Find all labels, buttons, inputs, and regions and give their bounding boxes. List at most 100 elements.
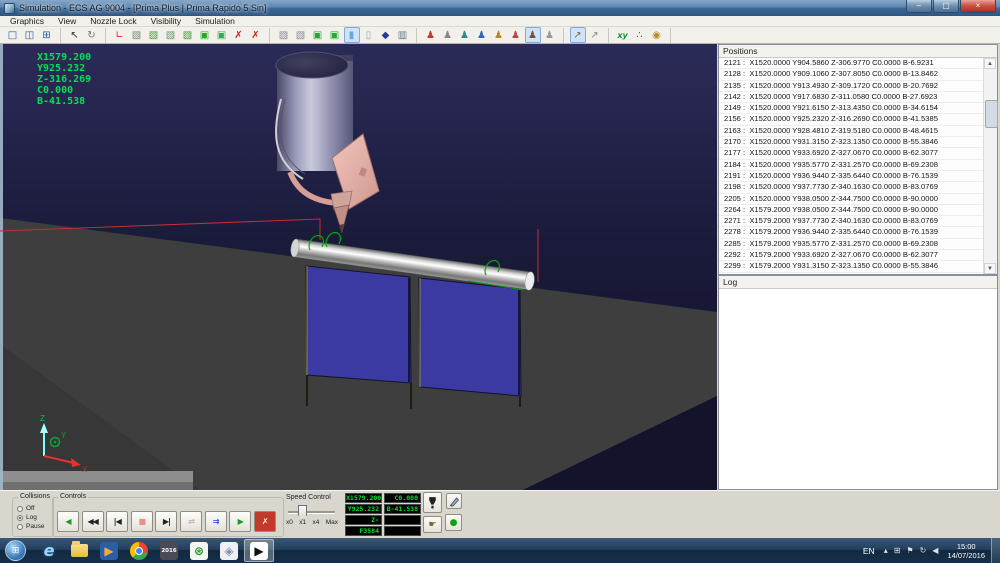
shield-icon[interactable]: ◆ — [378, 27, 394, 43]
start-button[interactable]: ⊞ — [5, 540, 26, 561]
menu-nozzle-lock[interactable]: Nozzle Lock — [83, 16, 143, 26]
volume-icon[interactable]: ◀ — [932, 546, 938, 555]
pick-pen-icon[interactable]: ↗ — [587, 27, 603, 43]
collision-option-pause[interactable]: Pause — [17, 522, 44, 531]
stock-wire-2-icon[interactable]: ▧ — [293, 27, 309, 43]
app-green-tool[interactable]: ⊛ — [184, 539, 214, 562]
marker-toggle-button[interactable]: ● — [445, 514, 462, 531]
man-red-icon[interactable]: ♟ — [423, 27, 439, 43]
shaded-view-icon[interactable]: ▧ — [146, 27, 162, 43]
man-blue-icon[interactable]: ♟ — [474, 27, 490, 43]
scrollbar-thumb[interactable] — [985, 100, 998, 128]
stock-wire-1-icon[interactable]: ▧ — [276, 27, 292, 43]
stock-solid-1-icon[interactable]: ▣ — [310, 27, 326, 43]
collision-option-off[interactable]: Off — [17, 504, 44, 513]
delete-all-icon[interactable]: ✗ — [248, 27, 264, 43]
man-gold-icon[interactable]: ♟ — [491, 27, 507, 43]
radio-log[interactable] — [17, 515, 23, 521]
stop-button[interactable]: ■ — [131, 511, 153, 532]
positions-scrollbar[interactable]: ▲ ▼ — [983, 58, 997, 274]
scroll-down-arrow-icon[interactable]: ▼ — [984, 263, 996, 274]
man-active-icon[interactable]: ♟ — [525, 27, 541, 43]
pen-button[interactable] — [446, 493, 462, 509]
taskbar-clock[interactable]: 15:00 14/07/2016 — [947, 542, 985, 560]
menu-simulation[interactable]: Simulation — [188, 16, 242, 26]
position-row[interactable]: 2191 : X1520.0000 Y936.9440 Z-335.6440 C… — [719, 171, 984, 182]
app-cad[interactable]: ◈ — [214, 539, 244, 562]
app-explorer[interactable] — [64, 539, 94, 562]
cylinder-icon[interactable]: ▯ — [361, 27, 377, 43]
position-row[interactable]: 2177 : X1520.0000 Y933.6920 Z-327.0670 C… — [719, 148, 984, 159]
select-cursor-icon[interactable]: ↖ — [67, 27, 83, 43]
speed-slider[interactable] — [288, 511, 335, 514]
position-row[interactable]: 2285 : X1579.2000 Y935.5770 Z-331.2570 C… — [719, 239, 984, 250]
app-internet-explorer[interactable]: e — [34, 539, 64, 562]
xy-measure-icon[interactable]: xy — [615, 27, 631, 43]
app-2016[interactable]: 2016 — [154, 539, 184, 562]
app-chrome[interactable] — [124, 539, 154, 562]
sync-icon[interactable]: ↻ — [920, 546, 927, 555]
man-off-icon[interactable]: ♟ — [542, 27, 558, 43]
position-row[interactable]: 2306 : X1579.2000 Y928.4810 Z-319.5180 C… — [719, 273, 984, 274]
app-simulation[interactable]: ▶ — [244, 539, 274, 562]
app-media-player[interactable]: ▶ — [94, 539, 124, 562]
nozzle-tool-button[interactable] — [423, 492, 442, 513]
fast-backward-button[interactable]: ◀◀ — [82, 511, 104, 532]
run-to-position-button[interactable]: ⇉ — [205, 511, 227, 532]
play-backward-button[interactable]: ◀ — [57, 511, 79, 532]
position-row[interactable]: 2135 : X1520.0000 Y913.4930 Z-309.1720 C… — [719, 81, 984, 92]
positions-list[interactable]: 2121 : X1520.0000 Y904.5860 Z-306.9770 C… — [719, 58, 984, 274]
minimize-button[interactable]: – — [906, 0, 932, 13]
network-icon[interactable]: ⊞ — [894, 546, 901, 555]
solid-view-icon[interactable]: ▧ — [129, 27, 145, 43]
menu-visibility[interactable]: Visibility — [144, 16, 189, 26]
position-row[interactable]: 2149 : X1520.0000 Y921.6150 Z-313.4350 C… — [719, 103, 984, 114]
cylinder-active-icon[interactable]: ▮ — [344, 27, 360, 43]
position-row[interactable]: 2170 : X1520.0000 Y931.3150 Z-323.1350 C… — [719, 137, 984, 148]
stock-box-icon[interactable]: ▥ — [395, 27, 411, 43]
delete-entity-icon[interactable]: ✗ — [231, 27, 247, 43]
view-single-icon[interactable]: □ — [5, 27, 21, 43]
position-row[interactable]: 2292 : X1579.2000 Y933.6920 Z-327.0670 C… — [719, 250, 984, 261]
radio-off[interactable] — [17, 506, 23, 512]
axes-display-icon[interactable]: ∟ — [112, 27, 128, 43]
stock-solid-2-icon[interactable]: ▣ — [327, 27, 343, 43]
position-row[interactable]: 2156 : X1520.0000 Y925.2320 Z-316.2690 C… — [719, 114, 984, 125]
collision-option-log[interactable]: Log — [17, 513, 44, 522]
play-forward-button[interactable]: ▶ — [229, 511, 251, 532]
flag-icon[interactable]: ⚑ — [906, 546, 913, 555]
pick-pen-active-icon[interactable]: ↗ — [570, 27, 586, 43]
man-delete-icon[interactable]: ♟ — [508, 27, 524, 43]
position-row[interactable]: 2142 : X1520.0000 Y917.6830 Z-311.0580 C… — [719, 92, 984, 103]
position-row[interactable]: 2299 : X1579.2000 Y931.3150 Z-323.1350 C… — [719, 261, 984, 272]
close-simulation-button[interactable]: ✗ — [254, 511, 276, 532]
language-indicator[interactable]: EN — [863, 546, 875, 556]
globe-icon[interactable]: ◉ — [649, 27, 665, 43]
position-row[interactable]: 2278 : X1579.2000 Y936.9440 Z-335.6440 C… — [719, 227, 984, 238]
position-row[interactable]: 2184 : X1520.0000 Y935.5770 Z-331.2570 C… — [719, 160, 984, 171]
jump-block-button[interactable]: ⇄ — [180, 511, 202, 532]
radio-pause[interactable] — [17, 524, 23, 530]
view-quad-icon[interactable]: ⊞ — [39, 27, 55, 43]
position-row[interactable]: 2128 : X1520.0000 Y909.1060 Z-307.8050 C… — [719, 69, 984, 80]
graph-nodes-icon[interactable]: ∴ — [632, 27, 648, 43]
menu-view[interactable]: View — [51, 16, 83, 26]
man-teal-icon[interactable]: ♟ — [457, 27, 473, 43]
simulation-viewport[interactable]: Z Y X X1579.200Y925.232Z-316.269C0.000B-… — [0, 44, 717, 490]
wireframe-view-icon[interactable]: ▧ — [163, 27, 179, 43]
section-view-icon[interactable]: ▣ — [197, 27, 213, 43]
position-row[interactable]: 2163 : X1520.0000 Y928.4810 Z-319.5180 C… — [719, 126, 984, 137]
position-row[interactable]: 2205 : X1520.0000 Y938.0500 Z-344.7500 C… — [719, 194, 984, 205]
tray-expand-icon[interactable]: ▴ — [884, 546, 888, 555]
position-row[interactable]: 2271 : X1579.2000 Y937.7730 Z-340.1630 C… — [719, 216, 984, 227]
clip-view-icon[interactable]: ▣ — [214, 27, 230, 43]
position-row[interactable]: 2198 : X1520.0000 Y937.7730 Z-340.1630 C… — [719, 182, 984, 193]
pick-position-button[interactable]: ☛ — [423, 516, 442, 533]
man-gray-icon[interactable]: ♟ — [440, 27, 456, 43]
speed-slider-thumb[interactable] — [298, 505, 307, 520]
view-split-icon[interactable]: ◫ — [22, 27, 38, 43]
maximize-button[interactable]: ▢ — [933, 0, 959, 13]
step-backward-button[interactable]: |◀ — [106, 511, 128, 532]
step-forward-button[interactable]: ▶| — [155, 511, 177, 532]
menu-graphics[interactable]: Graphics — [3, 16, 51, 26]
